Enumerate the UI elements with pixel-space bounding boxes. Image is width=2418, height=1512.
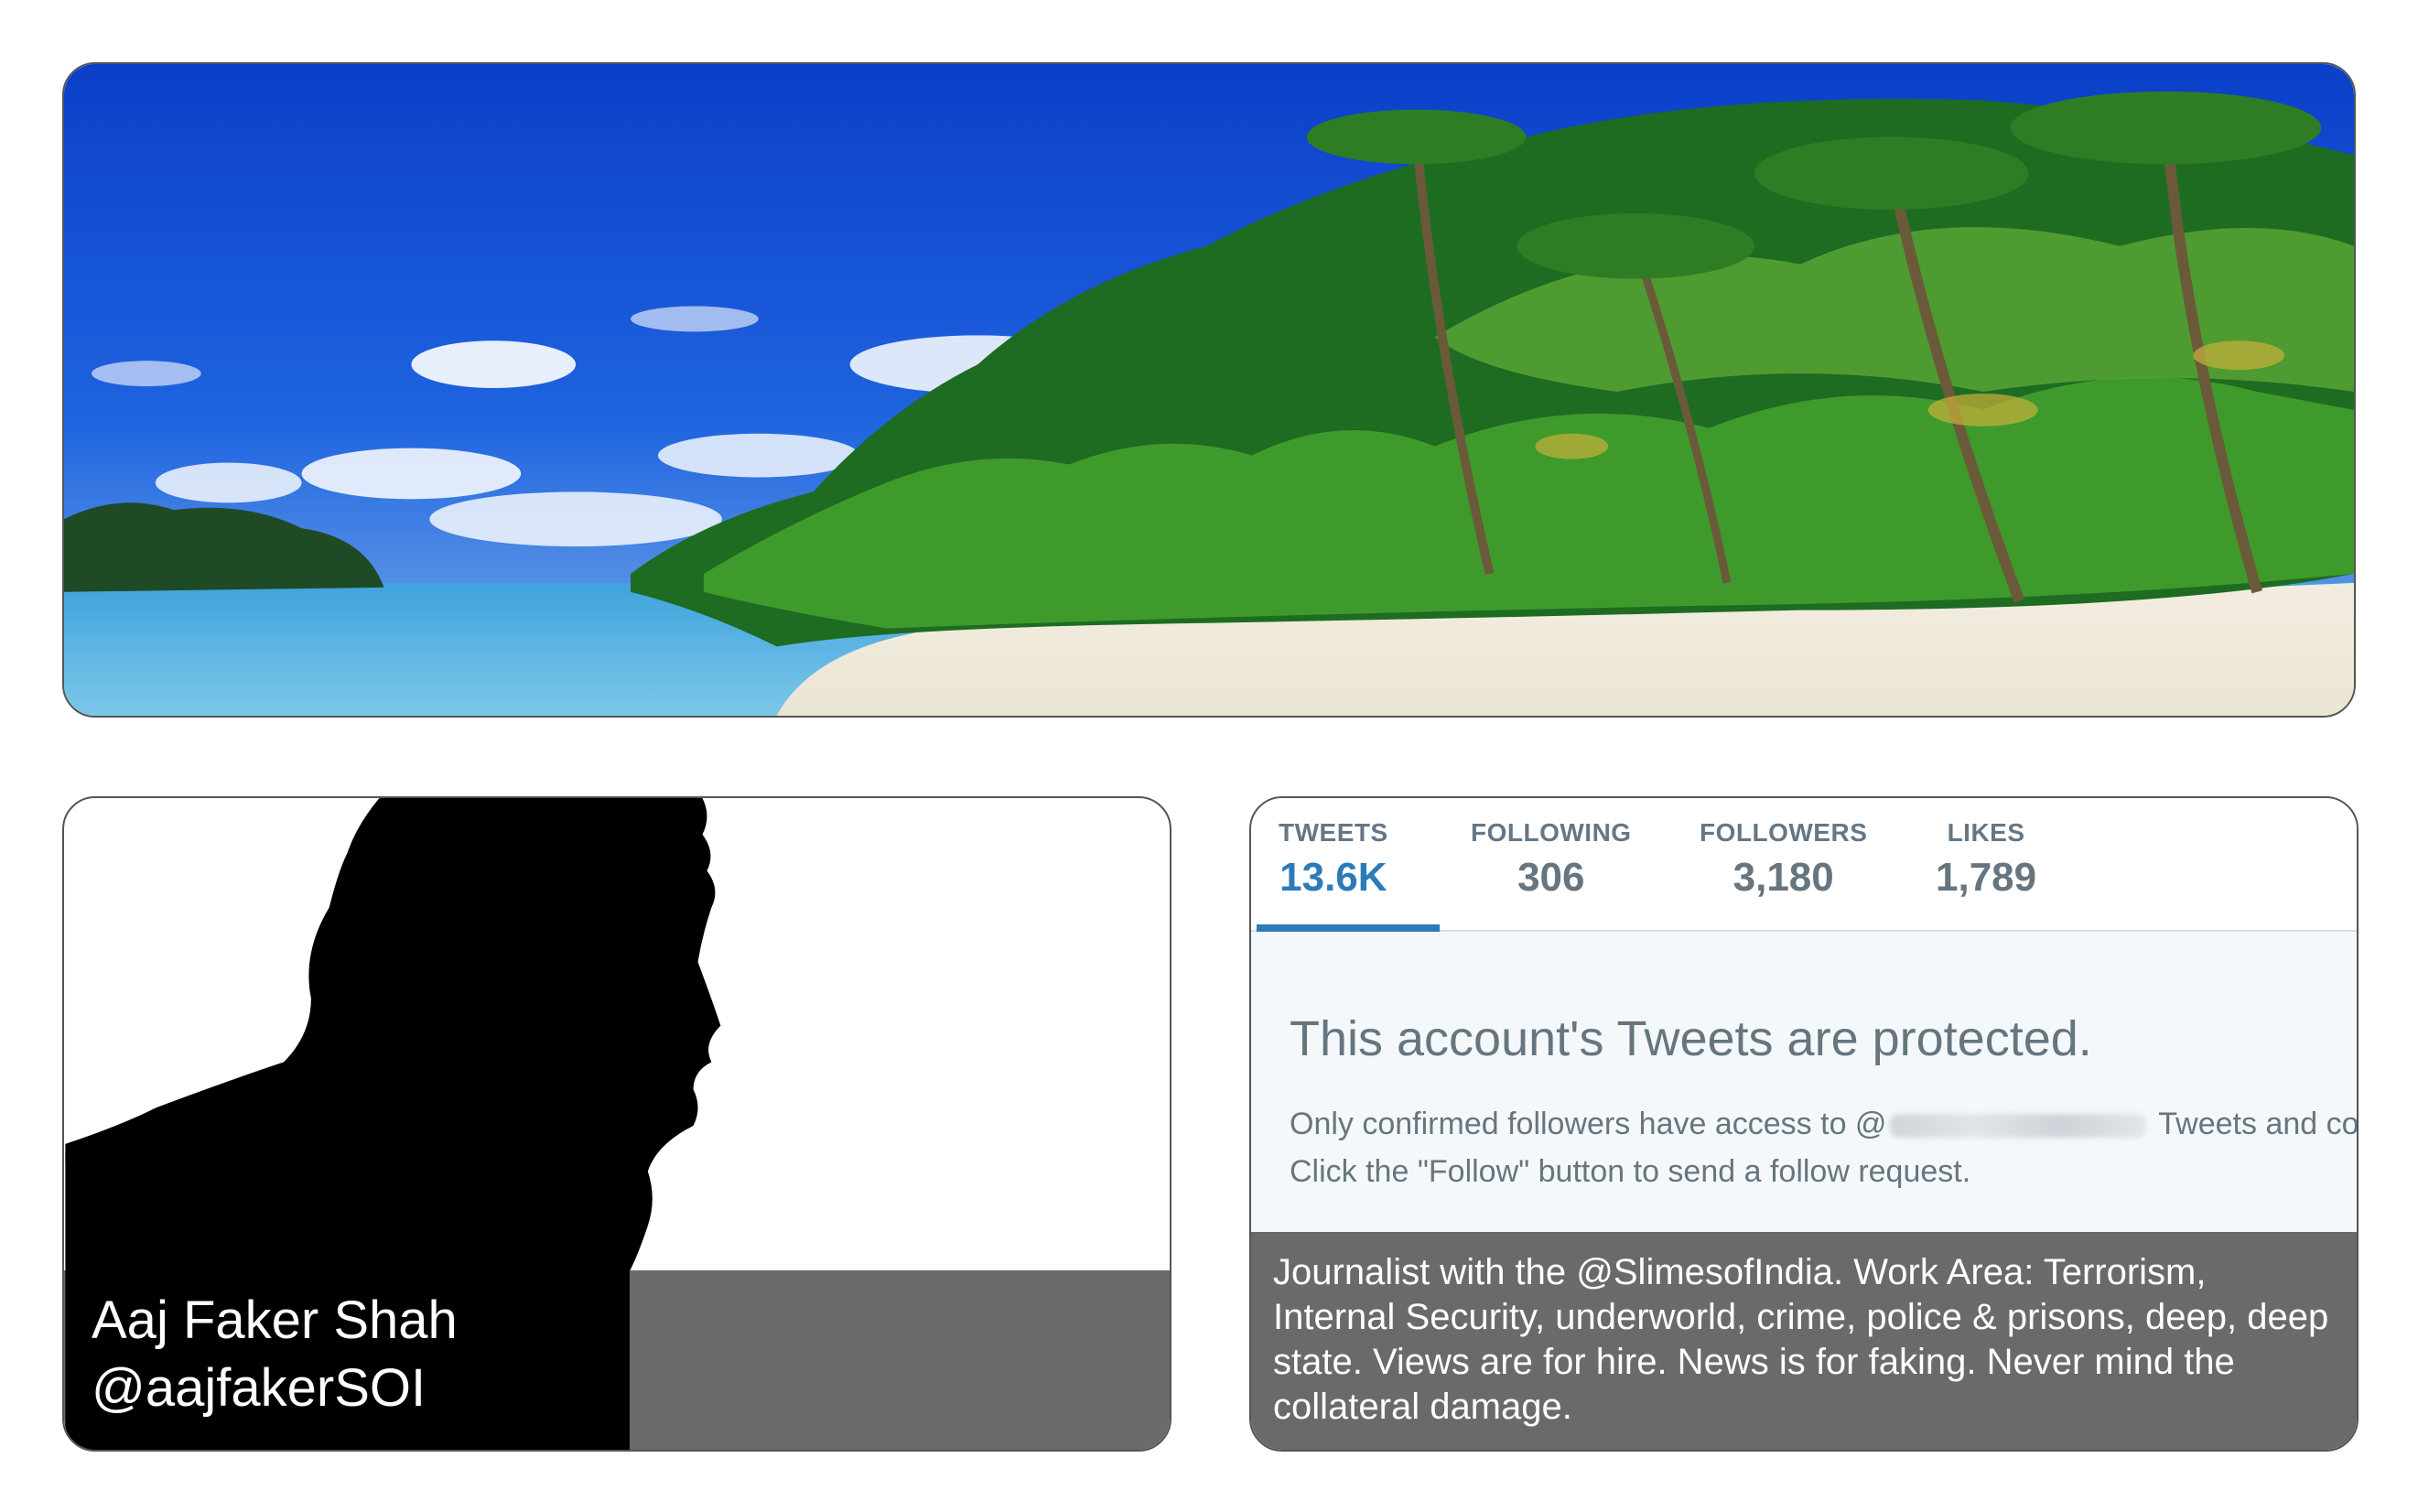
- tab-following[interactable]: FOLLOWING 306: [1471, 818, 1632, 901]
- following-count: 306: [1517, 855, 1585, 900]
- tab-tweets[interactable]: TWEETS 13.6K: [1279, 818, 1388, 901]
- protected-line-1-start: Only confirmed followers have access to …: [1290, 1107, 1887, 1141]
- tab-followers[interactable]: FOLLOWERS 3,180: [1700, 818, 1867, 901]
- protected-line-1-end: Tweets and co: [2150, 1107, 2359, 1141]
- beach-palm-image: [64, 64, 2354, 716]
- protected-line-1: Only confirmed followers have access to …: [1290, 1100, 2359, 1148]
- user-handle[interactable]: @aajfakerSOI: [92, 1355, 458, 1422]
- stats-card: TWEETS 13.6K FOLLOWING 306 FOLLOWERS 3,1…: [1249, 796, 2359, 1452]
- followers-label: FOLLOWERS: [1700, 818, 1868, 847]
- likes-count: 1,789: [1936, 855, 2037, 900]
- blurred-handle: [1890, 1114, 2147, 1139]
- profile-name-block: Aaj Faker Shah @aajfakerSOI: [92, 1287, 458, 1422]
- protected-title: This account's Tweets are protected.: [1290, 1011, 2092, 1066]
- bio-overlay: Journalist with the @SlimesofIndia. Work…: [1251, 1232, 2357, 1450]
- following-label: FOLLOWING: [1471, 818, 1632, 847]
- active-tab-indicator: [1257, 924, 1440, 932]
- protected-line-2: Click the "Follow" button to send a foll…: [1290, 1154, 1971, 1189]
- display-name[interactable]: Aaj Faker Shah: [92, 1287, 458, 1355]
- bio-text: Journalist with the @SlimesofIndia. Work…: [1273, 1252, 2329, 1427]
- likes-label: LIKES: [1947, 818, 2025, 847]
- protected-message: Only confirmed followers have access to …: [1290, 1100, 2359, 1195]
- profile-nav: TWEETS 13.6K FOLLOWING 306 FOLLOWERS 3,1…: [1251, 798, 2357, 932]
- profile-banner: [62, 62, 2356, 718]
- tweets-label: TWEETS: [1279, 818, 1388, 847]
- tab-likes[interactable]: LIKES 1,789: [1936, 818, 2036, 901]
- profile-card: Aaj Faker Shah @aajfakerSOI: [62, 796, 1171, 1452]
- tweets-count: 13.6K: [1279, 855, 1387, 900]
- followers-count: 3,180: [1733, 855, 1834, 900]
